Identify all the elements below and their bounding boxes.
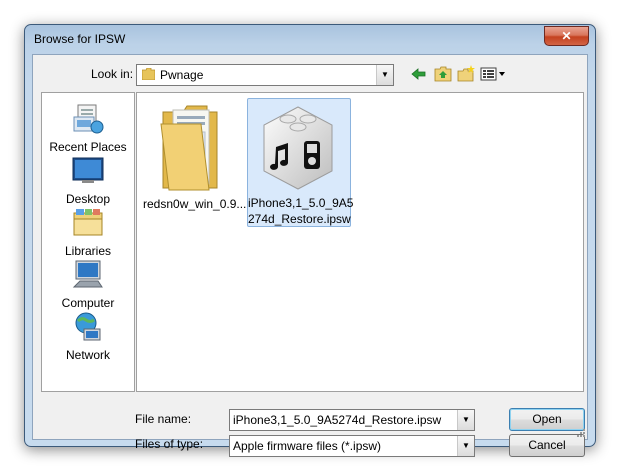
place-label: Libraries (64, 244, 112, 258)
title-bar[interactable]: Browse for IPSW ✕ (25, 25, 595, 53)
close-button[interactable]: ✕ (544, 26, 589, 46)
back-arrow-icon[interactable] (410, 65, 428, 83)
file-type-select[interactable]: Apple firmware files (*.ipsw) ▼ (229, 435, 475, 457)
up-folder-icon[interactable] (434, 65, 452, 83)
place-computer[interactable]: Computer (42, 259, 134, 310)
cancel-button[interactable]: Cancel (509, 434, 585, 457)
place-label: Recent Places (49, 140, 127, 154)
desktop-icon (72, 157, 104, 183)
places-bar: Recent Places Desktop Libraries Computer… (41, 92, 135, 392)
file-item-label: iPhone3,1_5.0_9A5 274d_Restore.ipsw (248, 195, 354, 227)
file-name-label: File name: (135, 412, 192, 426)
look-in-dropdown[interactable]: Pwnage ▼ (136, 64, 394, 86)
chevron-down-icon: ▼ (462, 441, 470, 450)
place-label: Computer (61, 296, 115, 310)
file-item-ipsw[interactable]: iPhone3,1_5.0_9A5 274d_Restore.ipsw (247, 98, 354, 227)
chevron-down-icon: ▼ (381, 70, 389, 79)
file-name-dropdown-button[interactable]: ▼ (457, 410, 474, 430)
file-list-view[interactable]: redsn0w_win_0.9... iPhone3,1_5.0_9A5 274… (136, 92, 584, 392)
open-button[interactable]: Open (509, 408, 585, 431)
browse-dialog: Browse for IPSW ✕ Look in: Pwnage ▼ Rece… (24, 24, 596, 457)
view-menu-icon[interactable] (480, 65, 506, 83)
recent-places-icon (73, 104, 104, 134)
ipsw-file-icon (263, 106, 333, 190)
network-icon (75, 312, 101, 341)
file-item-folder[interactable]: redsn0w_win_0.9... (143, 98, 247, 225)
file-type-dropdown-button[interactable]: ▼ (457, 436, 474, 456)
folder-icon (142, 68, 155, 80)
file-item-label: redsn0w_win_0.9... (143, 197, 247, 211)
file-name-value: iPhone3,1_5.0_9A5274d_Restore.ipsw (233, 413, 442, 427)
resize-grip-icon[interactable] (575, 427, 585, 437)
place-libraries[interactable]: Libraries (42, 207, 134, 258)
dialog-body: Look in: Pwnage ▼ Recent Places Desktop … (32, 54, 588, 457)
look-in-label: Look in: (91, 67, 134, 81)
file-type-value: Apple firmware files (*.ipsw) (233, 439, 382, 453)
libraries-icon (73, 209, 103, 236)
file-type-label: Files of type: (135, 437, 204, 451)
look-in-dropdown-button[interactable]: ▼ (376, 65, 393, 85)
file-name-input[interactable]: iPhone3,1_5.0_9A5274d_Restore.ipsw ▼ (229, 409, 475, 431)
place-network[interactable]: Network (42, 311, 134, 362)
place-recent-places[interactable]: Recent Places (42, 103, 134, 154)
place-desktop[interactable]: Desktop (42, 155, 134, 206)
new-folder-icon[interactable] (457, 65, 475, 83)
place-label: Network (65, 348, 110, 362)
chevron-down-icon: ▼ (462, 415, 470, 424)
window-title: Browse for IPSW (34, 32, 126, 46)
folder-icon (160, 105, 218, 191)
look-in-value: Pwnage (160, 68, 204, 82)
computer-icon (72, 260, 103, 288)
place-label: Desktop (65, 192, 111, 206)
file-label-line1: iPhone3,1_5.0_9A5 (248, 196, 354, 210)
file-label-line2: 274d_Restore.ipsw (248, 212, 351, 226)
